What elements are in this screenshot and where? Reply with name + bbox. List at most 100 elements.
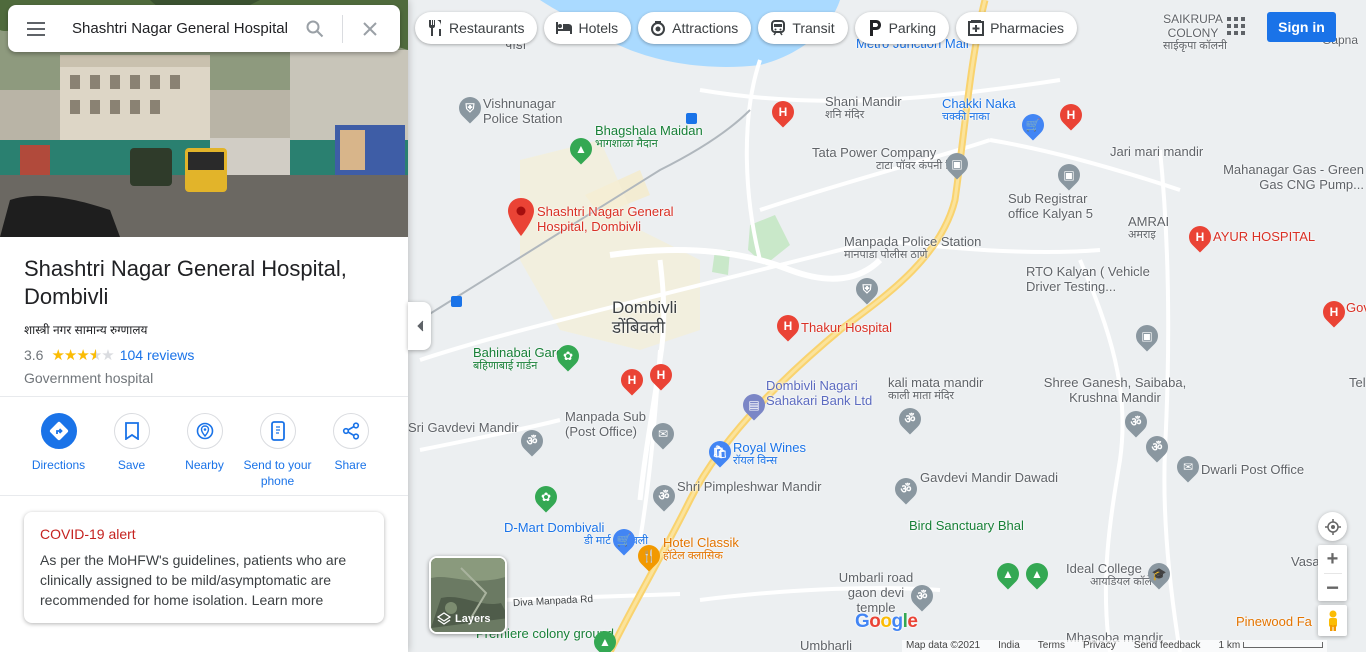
covid-alert-card: COVID-19 alert As per the MoHFW's guidel… [24,512,384,623]
map-label-pinewood[interactable]: Pinewood Fa [1236,614,1312,629]
map-label-rto[interactable]: RTO Kalyan ( Vehicle Driver Testing... [1026,264,1176,294]
map-label-gov[interactable]: Gov [1346,300,1366,315]
scale-bar[interactable]: 1 km [1219,640,1323,652]
send-to-phone-button[interactable]: Send to your phone [241,413,314,495]
park-icon[interactable]: ▲ [992,558,1024,590]
park-icon[interactable]: ✿ [552,340,584,372]
map-label-vishnunagar[interactable]: Vishnunagar Police Station [483,96,583,126]
map-data-credit: Map data ©2021 [906,640,981,651]
map-label-shree[interactable]: Shree Ganesh, Saibaba, Krushna Mandir [1035,375,1195,405]
map-label-classik[interactable]: Hotel Classik हॉटेल क्लासिक [663,535,739,563]
transit-station-icon[interactable] [686,113,697,124]
my-location-button[interactable] [1318,512,1347,541]
zoom-out-button[interactable]: − [1326,574,1339,601]
clear-search-button[interactable] [343,5,397,52]
map-label-umbharli: Umbharli [800,638,853,652]
map-label-mahanagar[interactable]: Mahanagar Gas - Green Gas CNG Pump... [1204,162,1364,192]
park-icon[interactable]: ▲ [589,626,621,652]
hospital-icon[interactable]: H [1184,221,1216,253]
temple-icon[interactable]: ॐ [1120,406,1152,438]
chip-attractions[interactable]: Attractions [638,12,752,44]
collapse-panel-button[interactable] [408,302,431,350]
temple-icon[interactable]: ॐ [1141,431,1173,463]
chip-transit[interactable]: Transit [758,12,848,44]
temple-icon[interactable]: ॐ [648,480,680,512]
map-label-bhagshala[interactable]: Bhagshala Maidan भागशाळा मैदान [595,123,703,151]
transit-station-icon[interactable] [451,296,462,307]
building-icon[interactable]: ▣ [1131,320,1163,352]
shopping-icon[interactable]: 🛒 [1017,109,1049,141]
map-label-dwarli[interactable]: Dwarli Post Office [1201,462,1304,477]
map-label-ideal[interactable]: Ideal College आयडियल कॉलेज [1066,561,1160,589]
map-label-manpada-ps[interactable]: Manpada Police Station मानपाडा पोलीस ठाणे [844,234,981,262]
hospital-icon[interactable]: H [1318,296,1350,328]
map-label-selected-place[interactable]: Shashtri Nagar General Hospital, Dombivl… [537,204,687,234]
map-label-pimpleshwar[interactable]: Shri Pimpleshwar Mandir [677,479,822,494]
map-label-srigavdevi[interactable]: Sri Gavdevi Mandir [408,420,519,435]
map-label-nagari[interactable]: Dombivli Nagari Sahakari Bank Ltd [766,378,886,408]
learn-more-link[interactable]: Learn more [252,592,324,608]
temple-icon[interactable]: ॐ [906,580,938,612]
chip-parking[interactable]: Parking [854,12,950,44]
chip-restaurants[interactable]: Restaurants [415,12,538,44]
hospital-icon[interactable]: H [772,310,804,342]
hospital-icon[interactable]: H [1055,99,1087,131]
map-label-kali[interactable]: kali mata mandir काली माता मंदिर [888,375,983,403]
share-button[interactable]: Share [314,413,387,495]
pegman-button[interactable] [1318,605,1347,636]
map-label-umbarli[interactable]: Umbarli road gaon devi temple [831,570,921,615]
bank-icon[interactable]: ▤ [738,389,770,421]
chip-pharmacies[interactable]: Pharmacies [956,12,1077,44]
menu-button[interactable] [8,5,64,52]
building-icon[interactable]: ▣ [1053,159,1085,191]
terms-link[interactable]: Terms [1038,640,1065,652]
hospital-icon[interactable]: H [767,96,799,128]
map-label-bird[interactable]: Bird Sanctuary Bhal [909,518,1024,533]
sign-in-button[interactable]: Sign in [1267,12,1336,42]
police-icon[interactable]: ⛨ [851,273,883,305]
temple-icon[interactable]: ॐ [890,473,922,505]
directions-button[interactable]: Directions [22,413,95,495]
search-input[interactable] [64,13,288,44]
save-button[interactable]: Save [95,413,168,495]
chip-hotels[interactable]: Hotels [544,12,632,44]
park-icon[interactable]: ✿ [530,481,562,513]
store-icon[interactable]: 🛍 [704,436,736,468]
place-photo[interactable] [0,0,408,237]
map-label-jari[interactable]: Jari mari mandir [1110,144,1203,159]
hospital-icon[interactable]: H [616,364,648,396]
layers-button[interactable]: Layers [429,556,507,634]
mail-icon[interactable]: ✉ [647,418,679,450]
shopping-cart-icon[interactable]: 🛒 [608,524,640,556]
mail-icon[interactable]: ✉ [1172,451,1204,483]
map-label-gavdevi-dawadi[interactable]: Gavdevi Mandir Dawadi [920,470,1058,485]
reviews-link[interactable]: 104 reviews [120,347,195,363]
country-link[interactable]: India [998,640,1020,652]
hospital-icon[interactable]: H [645,359,677,391]
map-label-ayur[interactable]: AYUR HOSPITAL [1213,229,1315,244]
school-icon[interactable]: 🎓 [1143,558,1175,590]
map-label-manpada-po[interactable]: Manpada Sub (Post Office) [565,409,655,439]
zoom-in-button[interactable]: + [1327,545,1339,573]
map-label-chakki[interactable]: Chakki Naka चक्की नाका [942,96,1016,124]
selected-place-marker-icon[interactable] [508,198,534,238]
restaurant-icon[interactable]: 🍴 [633,540,665,572]
map-label-subreg[interactable]: Sub Registrar office Kalyan 5 [1008,191,1108,221]
privacy-link[interactable]: Privacy [1083,640,1116,652]
search-button[interactable] [288,5,342,52]
map-label-royal[interactable]: Royal Wines रॉयल विन्स [733,440,806,468]
building-icon[interactable]: ▣ [941,148,973,180]
nearby-button[interactable]: Nearby [168,413,241,495]
park-icon[interactable]: ▲ [565,133,597,165]
park-icon[interactable]: ▲ [1021,558,1053,590]
temple-icon[interactable]: ॐ [516,425,548,457]
map-label-shani[interactable]: Shani Mandir शनि मंदिर [825,94,902,122]
map-label-tata[interactable]: Tata Power Company टाटा पॉवर कंपनी लि [812,145,956,173]
send-feedback-link[interactable]: Send feedback [1134,640,1201,652]
action-label: Send to your phone [243,458,312,488]
police-icon[interactable]: ⛨ [454,92,486,124]
temple-icon[interactable]: ॐ [894,403,926,435]
google-apps-icon[interactable] [1227,17,1247,37]
map-label-thakur[interactable]: Thakur Hospital [801,320,892,335]
place-category[interactable]: Government hospital [24,370,384,386]
